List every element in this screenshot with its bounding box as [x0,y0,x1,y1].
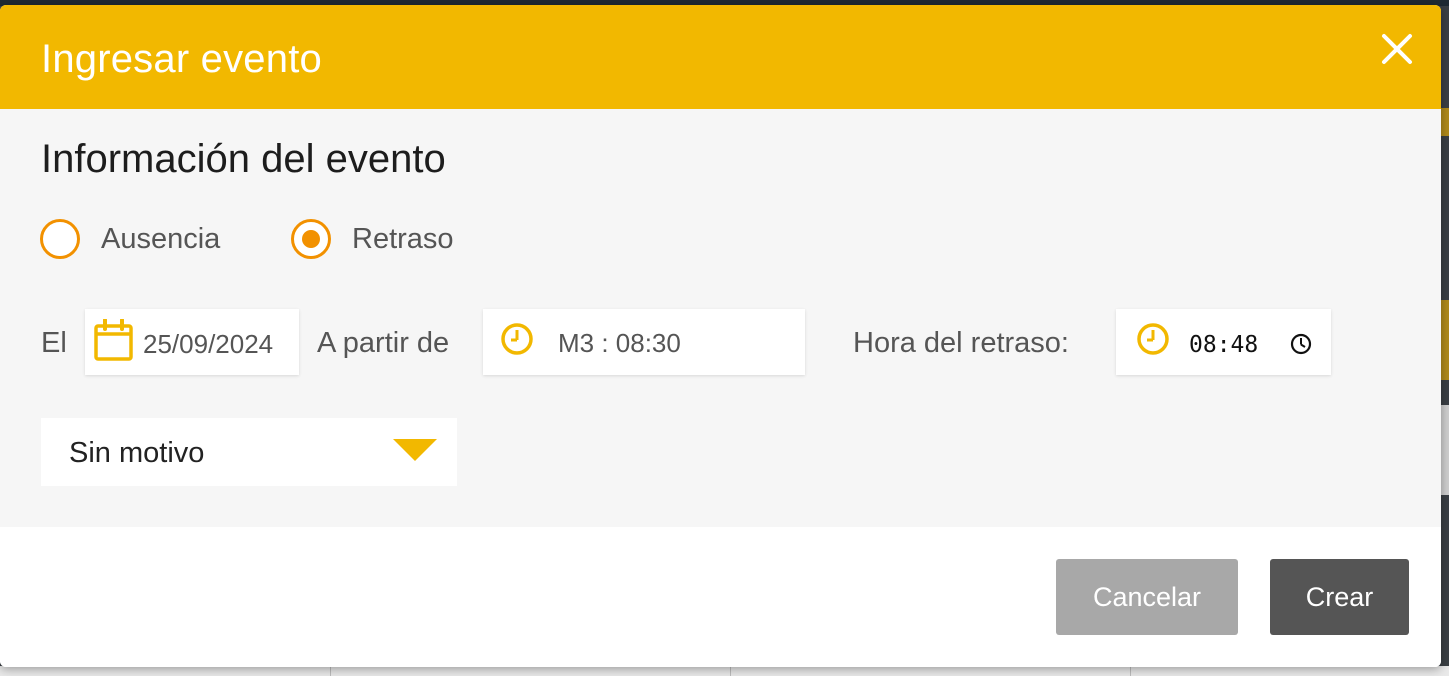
close-icon[interactable] [1379,31,1415,67]
from-time-value: M3 : 08:30 [558,328,681,358]
event-fields-row: El 25/09/2024 A partir de M3: 08:30 Hor… [0,309,1441,377]
dialog-header: Ingresar evento [0,5,1441,109]
background-table-edge [0,666,1449,676]
radio-circle[interactable] [40,219,80,259]
radio-label: Retraso [352,222,454,255]
background-edge [1441,405,1449,495]
date-label: El [41,327,67,359]
from-label: A partir de [317,327,450,359]
delay-time-label: Hora del retraso: [853,327,1069,359]
reason-select[interactable]: Sin motivo [41,418,457,486]
radio-label: Ausencia [101,222,221,255]
radio-retraso[interactable]: Retraso [291,219,454,259]
radio-circle[interactable] [291,219,331,259]
dialog-footer: Cancelar Crear [0,527,1441,667]
cancel-button[interactable]: Cancelar [1056,559,1238,635]
create-button[interactable]: Crear [1270,559,1409,635]
background-edge [1441,300,1449,380]
calendar-icon [94,318,134,366]
date-value: 25/09/2024 [143,329,274,359]
dialog-title: Ingresar evento [41,37,322,81]
clock-icon [500,322,534,361]
reason-select-value: Sin motivo [69,437,205,469]
delay-time-value[interactable]: 08:48 [1189,332,1258,358]
section-title: Información del evento [41,137,446,181]
radio-selected-dot [302,230,320,248]
time-picker-icon[interactable] [1290,333,1312,360]
dialog-body: Información del evento Ausencia Retraso … [0,109,1441,527]
clock-icon [1136,322,1170,361]
background-edge [1441,108,1449,136]
date-field[interactable]: 25/09/2024 [85,309,299,375]
event-dialog: Ingresar evento Información del evento A… [0,5,1441,667]
from-time-field[interactable]: M3 : 08:30 [483,309,805,375]
caret-down-icon [393,439,437,461]
radio-ausencia[interactable]: Ausencia [40,219,220,259]
delay-time-field[interactable]: 08:48 [1116,309,1331,375]
